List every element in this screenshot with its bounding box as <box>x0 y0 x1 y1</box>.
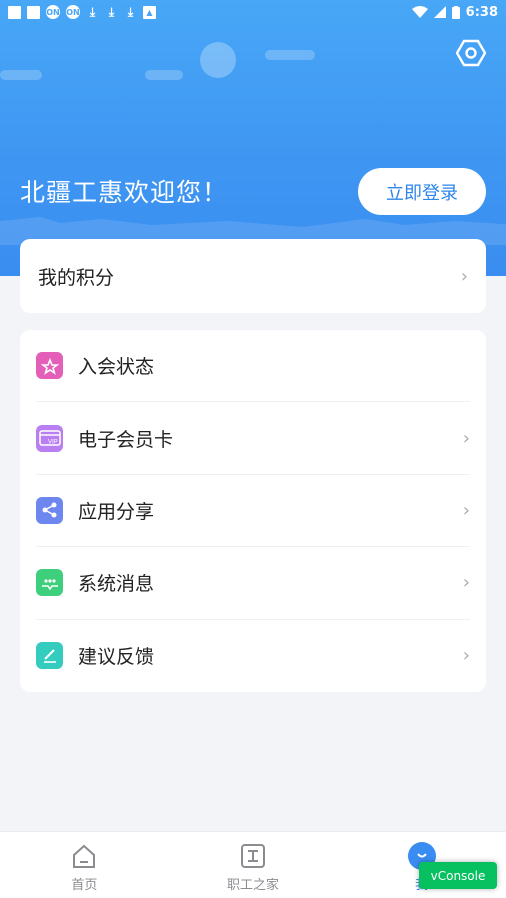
menu-item-label: 系统消息 <box>78 573 155 596</box>
message-icon <box>36 569 63 597</box>
menu-item-app-share[interactable]: 应用分享 › <box>36 475 470 548</box>
decorative-cloud <box>265 50 315 60</box>
membership-status-icon <box>36 352 63 380</box>
decorative-cloud <box>0 70 42 80</box>
download-icon: ⤓ <box>89 4 96 19</box>
image-notification-icon: ▲ <box>143 5 156 19</box>
menu-item-label: 建议反馈 <box>78 646 155 669</box>
svg-text:VIP: VIP <box>48 440 58 446</box>
chevron-right-icon: › <box>462 499 470 521</box>
workers-home-icon <box>241 844 265 868</box>
decorative-cloud <box>145 70 183 80</box>
battery-icon <box>451 5 460 19</box>
menu-item-vip-card[interactable]: VIP 电子会员卡 › <box>36 402 470 475</box>
tab-home[interactable]: 首页 <box>0 832 169 898</box>
points-card[interactable]: 我的积分 › <box>20 239 486 313</box>
download-icon: ⤓ <box>127 4 134 19</box>
login-button[interactable]: 立即登录 <box>358 168 486 215</box>
header-banner: ON ON ⤓ ⤓ ⤓ ▲ 6:38 北疆工惠欢迎您！ 立即登录 <box>0 0 506 276</box>
settings-hexagon-icon <box>456 39 486 67</box>
decorative-sun <box>200 42 236 78</box>
notification-square-icon <box>27 5 40 19</box>
app-notification-icon: ON <box>46 5 60 19</box>
points-label: 我的积分 <box>38 266 115 289</box>
menu-item-label: 入会状态 <box>78 356 155 379</box>
share-icon <box>36 496 63 524</box>
signal-icon <box>433 6 446 18</box>
menu-item-feedback[interactable]: 建议反馈 › <box>36 620 470 692</box>
vconsole-button[interactable]: vConsole <box>419 862 497 889</box>
tab-label: 职工之家 <box>227 878 280 893</box>
app-notification-icon: ON <box>66 5 80 19</box>
download-icon: ⤓ <box>108 4 115 19</box>
vip-card-icon: VIP <box>36 424 63 452</box>
tab-workers-home[interactable]: 职工之家 <box>169 832 338 898</box>
home-icon <box>73 844 96 868</box>
clock: 6:38 <box>465 4 498 20</box>
chevron-right-icon: › <box>462 427 470 449</box>
wifi-icon <box>411 6 428 18</box>
settings-button[interactable] <box>455 37 487 69</box>
menu-list: 入会状态 VIP 电子会员卡 › 应用分享 › 系统消息 › 建议反馈 › <box>20 330 486 692</box>
menu-item-system-messages[interactable]: 系统消息 › <box>36 547 470 620</box>
tab-label: 首页 <box>71 878 98 893</box>
chevron-right-icon: › <box>460 265 468 287</box>
notification-square-icon <box>8 5 21 19</box>
welcome-title: 北疆工惠欢迎您！ <box>20 178 229 207</box>
menu-item-membership-status[interactable]: 入会状态 <box>36 330 470 403</box>
chevron-right-icon: › <box>462 645 470 667</box>
menu-item-label: 应用分享 <box>78 500 155 523</box>
status-bar: ON ON ⤓ ⤓ ⤓ ▲ 6:38 <box>0 0 506 24</box>
menu-item-label: 电子会员卡 <box>78 428 174 451</box>
chevron-right-icon: › <box>462 572 470 594</box>
feedback-icon <box>36 642 63 670</box>
